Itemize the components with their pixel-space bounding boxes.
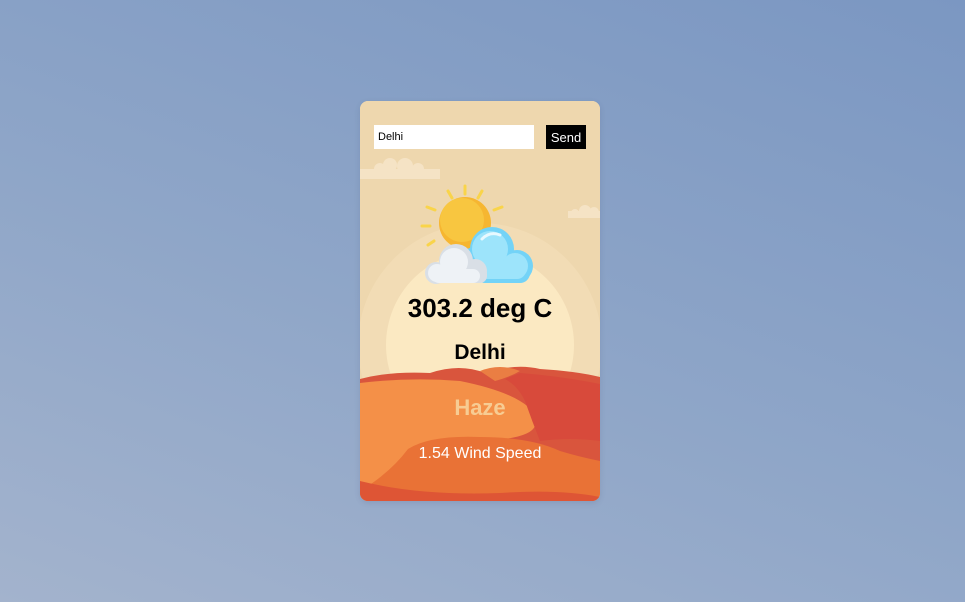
weather-condition: Haze — [454, 395, 506, 420]
weather-card: Send — [360, 101, 600, 501]
send-button[interactable]: Send — [546, 125, 586, 149]
sun-behind-cloud-icon — [420, 184, 533, 284]
city-name: Delhi — [454, 341, 506, 364]
temperature-value: 303.2 deg C — [407, 293, 553, 323]
wind-speed: 1.54 Wind Speed — [418, 445, 542, 462]
city-search-input[interactable] — [374, 125, 534, 149]
search-row: Send — [374, 125, 586, 149]
